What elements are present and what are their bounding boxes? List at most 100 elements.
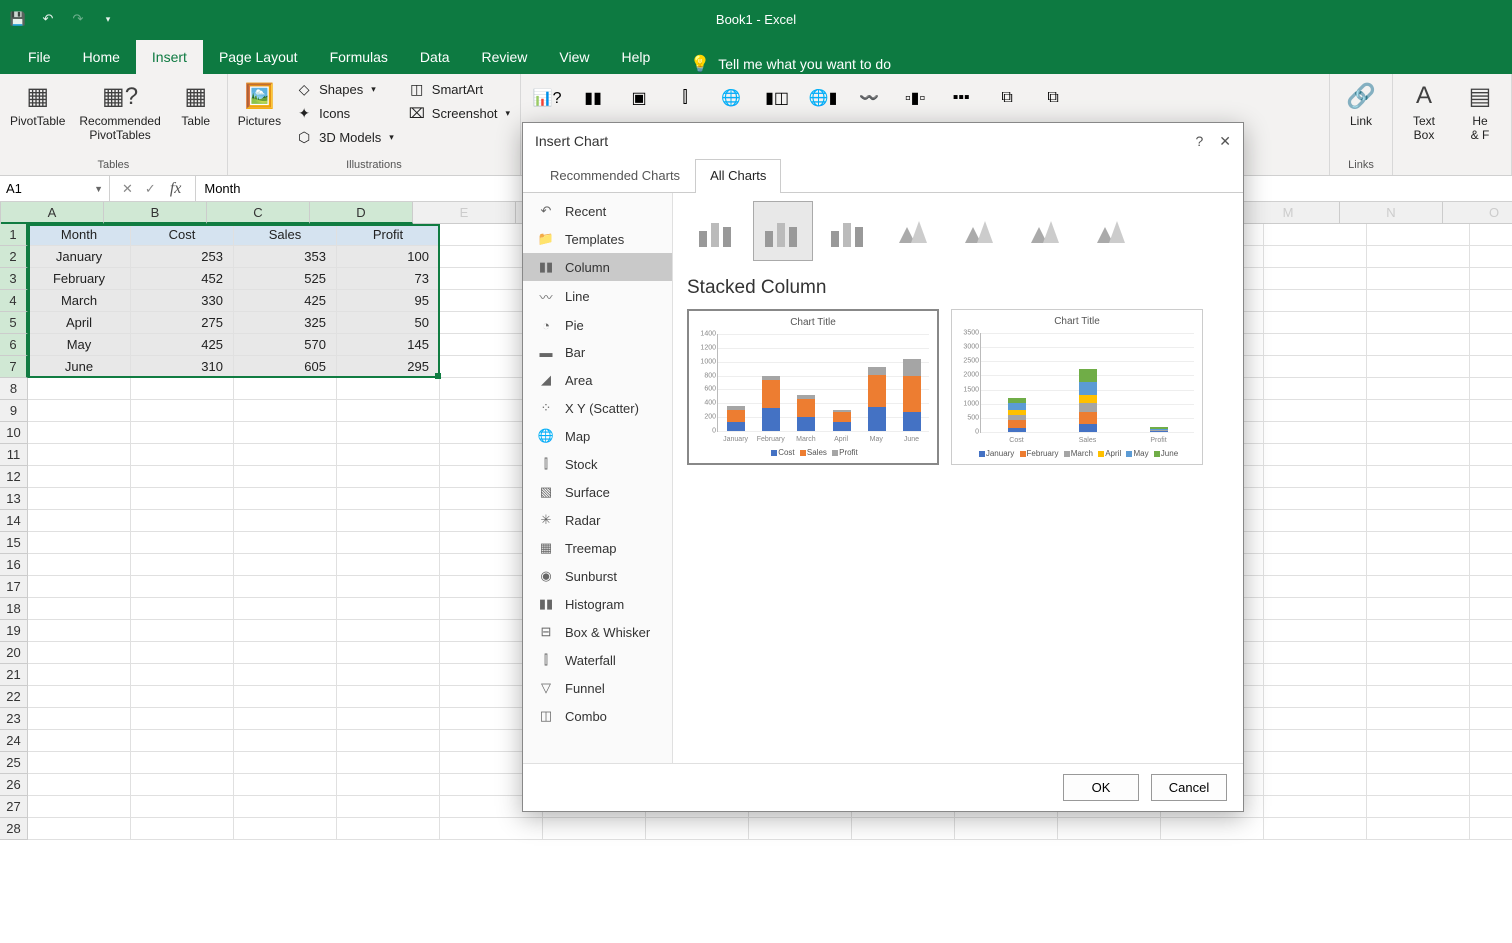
cell[interactable] — [1058, 818, 1161, 840]
cell[interactable]: June — [28, 356, 131, 378]
cell[interactable] — [1470, 400, 1512, 422]
chart-type-templates[interactable]: 📁Templates — [523, 225, 672, 253]
cell[interactable]: 425 — [131, 334, 234, 356]
undo-icon[interactable]: ↶ — [38, 9, 58, 29]
row-header[interactable]: 1 — [0, 224, 28, 246]
cell[interactable] — [1470, 290, 1512, 312]
cell[interactable] — [131, 400, 234, 422]
3d-models-button[interactable]: ⬡3D Models▾ — [291, 126, 398, 148]
cell[interactable] — [1367, 598, 1470, 620]
cell[interactable] — [1264, 268, 1367, 290]
cell[interactable] — [1470, 422, 1512, 444]
recommended-pivottables-button[interactable]: ▦?Recommended PivotTables — [75, 78, 164, 145]
cell[interactable] — [1470, 488, 1512, 510]
chart-type-recent[interactable]: ↶Recent — [523, 197, 672, 225]
cell[interactable] — [234, 686, 337, 708]
header-footer-button[interactable]: ▤He & F — [1455, 78, 1505, 145]
ok-button[interactable]: OK — [1063, 774, 1139, 801]
dialog-tab-all-charts[interactable]: All Charts — [695, 159, 781, 193]
row-header[interactable]: 21 — [0, 664, 28, 686]
cell[interactable] — [1264, 664, 1367, 686]
cell[interactable] — [337, 444, 440, 466]
cell[interactable]: January — [28, 246, 131, 268]
fx-icon[interactable]: fx — [164, 180, 188, 198]
cell[interactable] — [1470, 774, 1512, 796]
cell[interactable] — [1264, 620, 1367, 642]
chart-type-line[interactable]: 〰Line — [523, 281, 672, 312]
cell[interactable] — [1470, 224, 1512, 246]
column-header[interactable]: E — [413, 202, 516, 224]
screenshot-button[interactable]: ⌧Screenshot▾ — [404, 102, 514, 124]
pivottable-button[interactable]: ▦PivotTable — [6, 78, 69, 130]
cell[interactable] — [1264, 752, 1367, 774]
cell[interactable] — [337, 422, 440, 444]
cell[interactable] — [28, 796, 131, 818]
cell[interactable] — [28, 752, 131, 774]
cell[interactable] — [28, 642, 131, 664]
cell[interactable] — [337, 378, 440, 400]
cell[interactable] — [1367, 268, 1470, 290]
cell[interactable] — [337, 576, 440, 598]
cell[interactable] — [1470, 752, 1512, 774]
ribbon-tab-page-layout[interactable]: Page Layout — [203, 40, 314, 74]
chart-type-sunburst[interactable]: ◉Sunburst — [523, 562, 672, 590]
cell[interactable] — [131, 818, 234, 840]
cell[interactable] — [337, 532, 440, 554]
cell[interactable] — [1367, 752, 1470, 774]
cell[interactable]: 253 — [131, 246, 234, 268]
cell[interactable] — [131, 664, 234, 686]
cell[interactable] — [28, 466, 131, 488]
cell[interactable] — [234, 642, 337, 664]
cell[interactable]: March — [28, 290, 131, 312]
cell[interactable]: May — [28, 334, 131, 356]
cell[interactable]: 353 — [234, 246, 337, 268]
cell[interactable]: Profit — [337, 224, 440, 246]
cell[interactable] — [234, 598, 337, 620]
cell[interactable] — [1470, 708, 1512, 730]
cell[interactable]: 310 — [131, 356, 234, 378]
cell[interactable] — [1264, 796, 1367, 818]
textbox-button[interactable]: AText Box — [1399, 78, 1449, 145]
cell[interactable] — [234, 488, 337, 510]
cell[interactable]: 325 — [234, 312, 337, 334]
chart-subtype-0[interactable] — [687, 201, 747, 261]
cell[interactable] — [1264, 334, 1367, 356]
cell[interactable] — [131, 686, 234, 708]
ribbon-tab-insert[interactable]: Insert — [136, 40, 203, 74]
cell[interactable] — [1264, 356, 1367, 378]
link-button[interactable]: 🔗Link — [1336, 78, 1386, 130]
cell[interactable] — [337, 488, 440, 510]
row-header[interactable]: 5 — [0, 312, 28, 334]
cell[interactable] — [234, 576, 337, 598]
cell[interactable] — [1367, 356, 1470, 378]
maps-button[interactable]: 🌐 — [711, 78, 751, 118]
ribbon-tab-view[interactable]: View — [543, 40, 605, 74]
cell[interactable] — [28, 598, 131, 620]
cell[interactable] — [28, 532, 131, 554]
column-header[interactable]: N — [1340, 202, 1443, 224]
cell[interactable] — [28, 510, 131, 532]
chart-preview[interactable]: Chart Title0500100015002000250030003500C… — [951, 309, 1203, 465]
help-icon[interactable]: ? — [1195, 133, 1203, 150]
cell[interactable] — [1367, 796, 1470, 818]
cell[interactable] — [28, 708, 131, 730]
cell[interactable] — [1470, 818, 1512, 840]
cell[interactable] — [1367, 576, 1470, 598]
chart-type-map[interactable]: 🌐Map — [523, 422, 672, 450]
cell[interactable] — [1367, 312, 1470, 334]
cell[interactable] — [337, 400, 440, 422]
row-header[interactable]: 10 — [0, 422, 28, 444]
cell[interactable] — [1264, 400, 1367, 422]
cell[interactable] — [28, 774, 131, 796]
cell[interactable] — [1367, 730, 1470, 752]
cell[interactable] — [1161, 818, 1264, 840]
cell[interactable]: Cost — [131, 224, 234, 246]
cell[interactable] — [234, 818, 337, 840]
cell[interactable] — [749, 818, 852, 840]
cell[interactable] — [131, 554, 234, 576]
cell[interactable] — [1367, 664, 1470, 686]
row-header[interactable]: 14 — [0, 510, 28, 532]
cell[interactable] — [1367, 774, 1470, 796]
cell[interactable] — [1470, 246, 1512, 268]
chart-subtype-2[interactable] — [819, 201, 879, 261]
